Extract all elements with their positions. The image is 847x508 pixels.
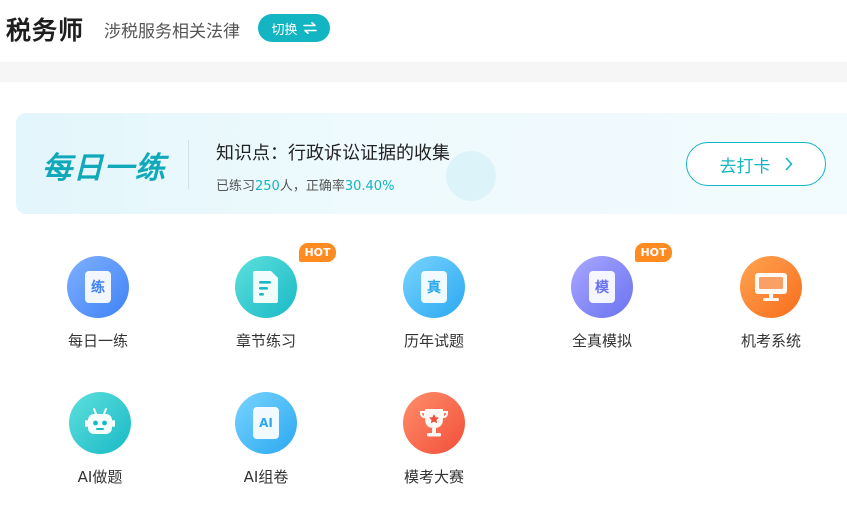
header: 税务师 涉税服务相关法律 切换 xyxy=(0,0,847,60)
past-exam-icon: 真 xyxy=(403,256,465,318)
feature-chapter-practice[interactable]: HOT 章节练习 xyxy=(206,243,336,356)
knowledge-point-title: 知识点：行政诉讼证据的收集 xyxy=(216,143,450,164)
daily-practice-logo: 每日一练 xyxy=(42,151,166,186)
check-in-label: 去打卡 xyxy=(719,156,771,177)
feature-label: 每日一练 xyxy=(67,332,128,350)
daily-practice-banner: 每日一练 知识点：行政诉讼证据的收集 已练习250人，正确率30.40% 去打卡 xyxy=(16,113,847,214)
section-separator xyxy=(0,62,847,82)
stats-mid: 人，正确率 xyxy=(279,179,345,194)
switch-button-label: 切换 xyxy=(271,22,298,38)
decorative-circle xyxy=(446,151,496,201)
banner-divider xyxy=(188,140,189,189)
robot-face-icon xyxy=(85,408,115,434)
app-title: 税务师 xyxy=(6,16,85,45)
practice-count: 250 xyxy=(255,179,280,194)
exam-subject: 涉税服务相关法律 xyxy=(104,22,240,42)
feature-past-exams[interactable]: 真 历年试题 xyxy=(374,256,494,356)
switch-subject-button[interactable]: 切换 xyxy=(258,14,330,42)
feature-ai-paper[interactable]: AI AI组卷 xyxy=(206,392,326,492)
computer-icon xyxy=(740,256,802,318)
ai-paper-glyph: AI xyxy=(253,407,279,439)
robot-icon xyxy=(69,392,131,454)
practice-icon: 练 xyxy=(67,256,129,318)
document-icon xyxy=(253,271,278,303)
feature-full-mock[interactable]: 模 HOT 全真模拟 xyxy=(542,243,672,356)
check-in-button[interactable]: 去打卡 xyxy=(686,142,826,186)
feature-ai-practice[interactable]: AI做题 xyxy=(40,392,160,492)
feature-label: 章节练习 xyxy=(235,332,296,350)
trophy-cup-icon xyxy=(420,409,448,437)
past-exam-glyph: 真 xyxy=(421,271,447,303)
chevron-right-icon xyxy=(785,157,792,171)
feature-label: AI做题 xyxy=(77,468,123,486)
feature-label: 历年试题 xyxy=(403,332,464,350)
accuracy-rate: 30.40% xyxy=(344,179,395,194)
stats-prefix: 已练习 xyxy=(216,179,256,194)
trophy-icon xyxy=(403,392,465,454)
mock-exam-icon: 模 xyxy=(571,256,633,318)
monitor-icon xyxy=(755,273,787,301)
chapter-doc-icon xyxy=(235,256,297,318)
mock-exam-glyph: 模 xyxy=(589,271,615,303)
feature-label: 全真模拟 xyxy=(571,332,632,350)
practice-stats: 已练习250人，正确率30.40% xyxy=(216,175,394,194)
practice-glyph: 练 xyxy=(85,271,111,303)
feature-mock-contest[interactable]: 模考大赛 xyxy=(374,392,494,492)
feature-daily-practice[interactable]: 练 每日一练 xyxy=(38,256,158,356)
feature-computer-exam[interactable]: 机考系统 xyxy=(711,256,831,356)
feature-label: 模考大赛 xyxy=(403,468,464,486)
ai-paper-icon: AI xyxy=(235,392,297,454)
swap-arrows-icon xyxy=(302,22,317,34)
feature-label: 机考系统 xyxy=(740,332,801,350)
hot-badge: HOT xyxy=(635,243,672,262)
hot-badge: HOT xyxy=(299,243,336,262)
feature-label: AI组卷 xyxy=(243,468,289,486)
